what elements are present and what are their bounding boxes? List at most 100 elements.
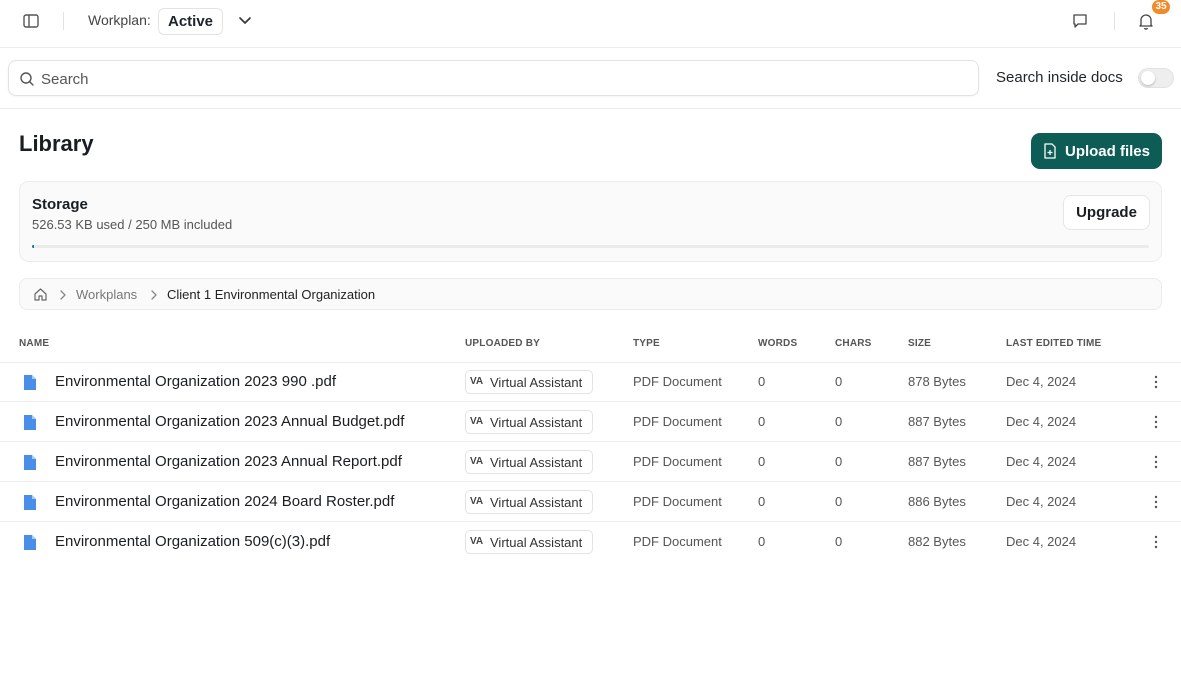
search-inside-docs-toggle[interactable] bbox=[1138, 68, 1174, 88]
column-header-words[interactable]: WORDS bbox=[758, 338, 797, 349]
more-vertical-icon[interactable] bbox=[1150, 373, 1162, 391]
uploader-initials: VA bbox=[470, 536, 484, 547]
column-header-uploaded-by[interactable]: UPLOADED BY bbox=[465, 338, 540, 349]
divider bbox=[0, 108, 1181, 109]
toolbar-divider bbox=[63, 12, 64, 30]
chevron-right-icon bbox=[148, 288, 160, 300]
char-count: 0 bbox=[835, 534, 843, 549]
message-square-icon[interactable] bbox=[1071, 12, 1091, 32]
uploader-name: Virtual Assistant bbox=[490, 535, 583, 550]
column-header-last-edited[interactable]: LAST EDITED TIME bbox=[1006, 338, 1101, 349]
table-row[interactable]: Environmental Organization 2023 990 .pdf… bbox=[0, 362, 1181, 402]
file-size: 886 Bytes bbox=[908, 494, 966, 509]
char-count: 0 bbox=[835, 414, 843, 429]
chevron-down-icon[interactable] bbox=[236, 12, 254, 30]
file-name[interactable]: Environmental Organization 2023 Annual R… bbox=[55, 453, 402, 470]
upload-files-label: Upload files bbox=[1064, 142, 1150, 160]
uploader-chip: VA Virtual Assistant bbox=[465, 410, 593, 434]
column-header-name[interactable]: NAME bbox=[19, 338, 49, 349]
file-plus-icon bbox=[1043, 143, 1057, 159]
uploader-chip: VA Virtual Assistant bbox=[465, 370, 593, 394]
uploader-name: Virtual Assistant bbox=[490, 495, 583, 510]
table-row[interactable]: Environmental Organization 509(c)(3).pdf… bbox=[0, 522, 1181, 562]
file-size: 887 Bytes bbox=[908, 454, 966, 469]
search-box bbox=[8, 60, 979, 96]
uploader-chip: VA Virtual Assistant bbox=[465, 530, 593, 554]
column-header-chars[interactable]: CHARS bbox=[835, 338, 872, 349]
workplan-select[interactable]: Active bbox=[158, 8, 224, 35]
uploader-name: Virtual Assistant bbox=[490, 415, 583, 430]
uploader-name: Virtual Assistant bbox=[490, 375, 583, 390]
last-edited: Dec 4, 2024 bbox=[1006, 414, 1077, 429]
last-edited: Dec 4, 2024 bbox=[1006, 374, 1077, 389]
file-type: PDF Document bbox=[633, 534, 722, 549]
breadcrumb: Workplans Client 1 Environmental Organiz… bbox=[19, 278, 1162, 310]
storage-progress-fill bbox=[32, 245, 35, 248]
word-count: 0 bbox=[758, 494, 766, 509]
more-vertical-icon[interactable] bbox=[1150, 493, 1162, 511]
char-count: 0 bbox=[835, 494, 843, 509]
uploader-initials: VA bbox=[470, 496, 484, 507]
upgrade-button[interactable]: Upgrade bbox=[1063, 195, 1150, 230]
breadcrumb-item-workplans[interactable]: Workplans bbox=[76, 287, 137, 302]
file-size: 882 Bytes bbox=[908, 534, 966, 549]
uploader-chip: VA Virtual Assistant bbox=[465, 450, 593, 474]
file-icon bbox=[23, 374, 37, 391]
word-count: 0 bbox=[758, 374, 766, 389]
storage-card: Storage 526.53 KB used / 250 MB included… bbox=[19, 181, 1162, 262]
home-icon[interactable] bbox=[33, 287, 48, 302]
char-count: 0 bbox=[835, 454, 843, 469]
file-type: PDF Document bbox=[633, 494, 722, 509]
chevron-right-icon bbox=[57, 288, 69, 300]
storage-title: Storage bbox=[32, 196, 88, 213]
table-row[interactable]: Environmental Organization 2023 Annual B… bbox=[0, 402, 1181, 442]
breadcrumb-item-current: Client 1 Environmental Organization bbox=[167, 287, 376, 302]
file-name[interactable]: Environmental Organization 2024 Board Ro… bbox=[55, 493, 394, 510]
file-type: PDF Document bbox=[633, 414, 722, 429]
file-size: 878 Bytes bbox=[908, 374, 966, 389]
char-count: 0 bbox=[835, 374, 843, 389]
page-title: Library bbox=[19, 131, 94, 156]
upload-files-button[interactable]: Upload files bbox=[1031, 133, 1162, 169]
file-name[interactable]: Environmental Organization 509(c)(3).pdf bbox=[55, 533, 330, 550]
table-row[interactable]: Environmental Organization 2024 Board Ro… bbox=[0, 482, 1181, 522]
sidebar-toggle-icon[interactable] bbox=[20, 11, 42, 31]
more-vertical-icon[interactable] bbox=[1150, 533, 1162, 551]
storage-progress-bar bbox=[32, 245, 1149, 248]
last-edited: Dec 4, 2024 bbox=[1006, 454, 1077, 469]
last-edited: Dec 4, 2024 bbox=[1006, 494, 1077, 509]
notification-badge: 35 bbox=[1152, 0, 1170, 14]
last-edited: Dec 4, 2024 bbox=[1006, 534, 1077, 549]
more-vertical-icon[interactable] bbox=[1150, 453, 1162, 471]
workplan-label: Workplan: bbox=[88, 12, 151, 28]
toggle-knob bbox=[1141, 71, 1155, 85]
word-count: 0 bbox=[758, 454, 766, 469]
top-bar: Workplan: Active 35 bbox=[0, 0, 1181, 48]
file-icon bbox=[23, 454, 37, 471]
uploader-name: Virtual Assistant bbox=[490, 455, 583, 470]
search-input[interactable] bbox=[41, 67, 941, 91]
search-icon bbox=[19, 71, 35, 87]
word-count: 0 bbox=[758, 414, 766, 429]
uploader-initials: VA bbox=[470, 456, 484, 467]
uploader-initials: VA bbox=[470, 376, 484, 387]
column-header-size[interactable]: SIZE bbox=[908, 338, 931, 349]
file-icon bbox=[23, 414, 37, 431]
bell-icon[interactable] bbox=[1136, 11, 1156, 31]
file-size: 887 Bytes bbox=[908, 414, 966, 429]
column-header-type[interactable]: TYPE bbox=[633, 338, 660, 349]
uploader-initials: VA bbox=[470, 416, 484, 427]
toolbar-divider bbox=[1114, 12, 1115, 30]
file-name[interactable]: Environmental Organization 2023 Annual B… bbox=[55, 413, 404, 430]
file-type: PDF Document bbox=[633, 454, 722, 469]
table-row[interactable]: Environmental Organization 2023 Annual R… bbox=[0, 442, 1181, 482]
file-name[interactable]: Environmental Organization 2023 990 .pdf bbox=[55, 373, 336, 390]
more-vertical-icon[interactable] bbox=[1150, 413, 1162, 431]
search-inside-docs-label: Search inside docs bbox=[996, 69, 1123, 86]
word-count: 0 bbox=[758, 534, 766, 549]
file-type: PDF Document bbox=[633, 374, 722, 389]
storage-usage-text: 526.53 KB used / 250 MB included bbox=[32, 217, 233, 232]
file-icon bbox=[23, 494, 37, 511]
file-icon bbox=[23, 534, 37, 551]
uploader-chip: VA Virtual Assistant bbox=[465, 490, 593, 514]
